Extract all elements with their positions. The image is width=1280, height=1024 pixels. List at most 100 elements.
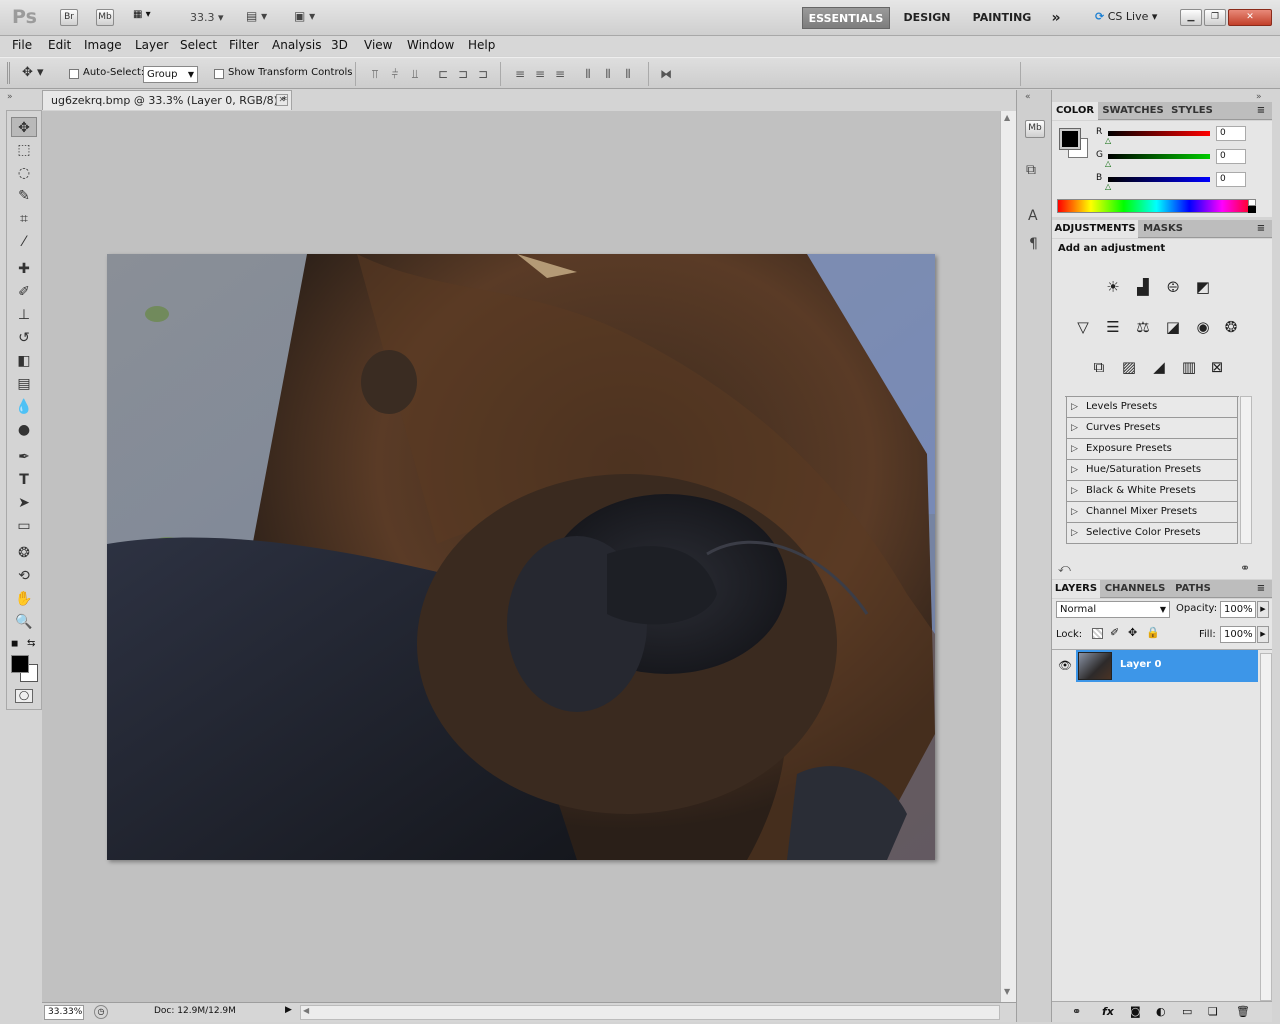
3d-rotate-tool-icon[interactable]: ❂ <box>11 543 37 563</box>
fill-slider-arrow-icon[interactable]: ▶ <box>1257 626 1269 643</box>
return-to-list-icon[interactable]: ⤺ <box>1058 561 1071 576</box>
foreground-color-swatch[interactable] <box>11 655 29 673</box>
fill-field[interactable]: 100% <box>1220 626 1256 643</box>
hue-saturation-icon[interactable]: ☰ <box>1100 315 1126 339</box>
zoom-level-dropdown[interactable]: 33.3 ▾ <box>190 11 224 24</box>
exposure-icon[interactable]: ◩ <box>1190 275 1216 299</box>
vibrance-icon[interactable]: ▽ <box>1070 315 1096 339</box>
align-right-icon[interactable]: ⊐ <box>475 66 491 82</box>
menu-select[interactable]: Select <box>180 38 217 52</box>
color-balance-icon[interactable]: ⚖ <box>1130 315 1156 339</box>
crop-tool-icon[interactable]: ⌗ <box>11 209 37 229</box>
distribute-vcenter-icon[interactable]: ≡ <box>532 66 548 82</box>
blue-slider-handle[interactable]: △ <box>1105 182 1111 191</box>
mini-bridge-panel-icon[interactable]: Mb <box>1025 120 1045 138</box>
distribute-top-icon[interactable]: ≡ <box>512 66 528 82</box>
link-layers-icon[interactable]: ⚭ <box>1072 1005 1081 1018</box>
preset-selective-color[interactable]: ▷ Selective Color Presets <box>1066 523 1238 544</box>
preset-hue-saturation[interactable]: ▷ Hue/Saturation Presets <box>1066 460 1238 481</box>
preset-curves[interactable]: ▷ Curves Presets <box>1066 418 1238 439</box>
view-extras-dropdown[interactable]: ▦ ▾ <box>133 9 165 26</box>
tab-channels[interactable]: CHANNELS <box>1102 580 1168 598</box>
panel-menu-icon[interactable]: ≡ <box>1252 220 1270 238</box>
rectangle-tool-icon[interactable]: ▭ <box>11 516 37 536</box>
transform-controls-checkbox[interactable] <box>214 69 224 79</box>
close-document-icon[interactable]: ✕ <box>276 94 288 106</box>
cs-live-button[interactable]: ⟳ CS Live ▾ <box>1095 10 1157 23</box>
preset-levels[interactable]: ▷ Levels Presets <box>1066 397 1238 418</box>
document-tab[interactable]: ug6zekrq.bmp @ 33.3% (Layer 0, RGB/8) * … <box>42 90 292 110</box>
color-fg-swatch[interactable] <box>1059 128 1081 150</box>
tool-preset-picker[interactable]: ✥ ▾ <box>22 65 44 80</box>
zoom-percent-field[interactable]: 33.33% <box>44 1005 84 1020</box>
pen-tool-icon[interactable]: ✒ <box>11 447 37 467</box>
ramp-black-swatch[interactable] <box>1248 206 1256 213</box>
blend-mode-dropdown[interactable]: Normal ▼ <box>1056 601 1170 618</box>
menu-window[interactable]: Window <box>407 38 454 52</box>
lasso-tool-icon[interactable]: ◌ <box>11 163 37 183</box>
brush-tool-icon[interactable]: ✐ <box>11 282 37 302</box>
tab-color[interactable]: COLOR <box>1052 102 1098 120</box>
blue-value-field[interactable]: 0 <box>1216 172 1246 187</box>
menu-analysis[interactable]: Analysis <box>272 38 321 52</box>
more-workspaces-icon[interactable]: » <box>1044 7 1068 29</box>
workspace-painting[interactable]: PAINTING <box>966 7 1038 29</box>
lock-transparency-icon[interactable] <box>1092 628 1103 639</box>
eraser-tool-icon[interactable]: ◧ <box>11 351 37 371</box>
levels-icon[interactable]: ▟ <box>1130 275 1156 299</box>
move-tool-icon[interactable]: ✥ <box>11 117 37 137</box>
posterize-icon[interactable]: ▨ <box>1116 355 1142 379</box>
layer-style-icon[interactable]: fx <box>1102 1005 1114 1018</box>
restore-button[interactable]: ❐ <box>1204 9 1226 26</box>
lock-all-icon[interactable]: 🔒 <box>1146 626 1160 639</box>
3d-orbit-tool-icon[interactable]: ⟲ <box>11 566 37 586</box>
mini-bridge-button[interactable]: Mb <box>96 9 114 26</box>
panel-menu-icon[interactable]: ≡ <box>1252 102 1270 120</box>
menu-layer[interactable]: Layer <box>135 38 168 52</box>
ramp-white-swatch[interactable] <box>1248 199 1256 206</box>
menu-edit[interactable]: Edit <box>48 38 71 52</box>
opacity-field[interactable]: 100% <box>1220 601 1256 618</box>
tab-masks[interactable]: MASKS <box>1140 220 1186 238</box>
horizontal-scrollbar[interactable]: ◀ <box>300 1005 1000 1020</box>
auto-align-icon[interactable]: ⧓ <box>658 66 674 82</box>
presets-scrollbar[interactable] <box>1240 396 1252 544</box>
green-value-field[interactable]: 0 <box>1216 149 1246 164</box>
type-tool-icon[interactable]: T <box>11 470 37 490</box>
distribute-right-icon[interactable]: ⦀ <box>620 66 636 82</box>
scroll-down-icon[interactable]: ▼ <box>1004 987 1010 996</box>
clone-stamp-tool-icon[interactable]: ⊥ <box>11 305 37 325</box>
workspace-design[interactable]: DESIGN <box>896 7 958 29</box>
menu-help[interactable]: Help <box>468 38 495 52</box>
clip-to-layer-icon[interactable]: ⚭ <box>1240 561 1250 575</box>
align-vcenter-icon[interactable]: ⫩ <box>387 66 403 82</box>
status-menu-arrow-icon[interactable]: ▶ <box>285 1005 292 1015</box>
brightness-contrast-icon[interactable]: ☀ <box>1100 275 1126 299</box>
default-colors-icon[interactable]: ◼ <box>11 639 18 649</box>
selective-color-icon[interactable]: ⊠ <box>1204 355 1230 379</box>
menu-file[interactable]: File <box>12 38 32 52</box>
minimize-button[interactable]: ▁ <box>1180 9 1202 26</box>
collapse-tools-icon[interactable]: » <box>7 92 13 102</box>
status-info-icon[interactable]: ◷ <box>94 1005 108 1019</box>
bridge-button[interactable]: Br <box>60 9 78 26</box>
tab-styles[interactable]: STYLES <box>1168 102 1216 120</box>
quick-selection-tool-icon[interactable]: ✎ <box>11 186 37 206</box>
align-hcenter-icon[interactable]: ⊐ <box>455 66 471 82</box>
distribute-hcenter-icon[interactable]: ⦀ <box>600 66 616 82</box>
new-layer-icon[interactable]: ❏ <box>1208 1005 1218 1018</box>
align-bottom-icon[interactable]: ⫫ <box>407 66 423 82</box>
preset-channel-mixer[interactable]: ▷ Channel Mixer Presets <box>1066 502 1238 523</box>
hand-tool-icon[interactable]: ✋ <box>11 589 37 609</box>
document-canvas-area[interactable] <box>42 111 1000 1002</box>
invert-icon[interactable]: ⧉ <box>1086 355 1112 379</box>
arrange-documents-dropdown[interactable]: ▤ ▾ <box>246 9 267 23</box>
image-canvas[interactable] <box>107 254 935 860</box>
opacity-slider-arrow-icon[interactable]: ▶ <box>1257 601 1269 618</box>
tab-paths[interactable]: PATHS <box>1170 580 1216 598</box>
quick-mask-icon[interactable]: ◯ <box>15 689 33 703</box>
auto-select-checkbox[interactable] <box>69 69 79 79</box>
paragraph-panel-icon[interactable]: ¶ <box>1029 236 1038 252</box>
red-slider-handle[interactable]: △ <box>1105 136 1111 145</box>
align-left-icon[interactable]: ⊏ <box>435 66 451 82</box>
